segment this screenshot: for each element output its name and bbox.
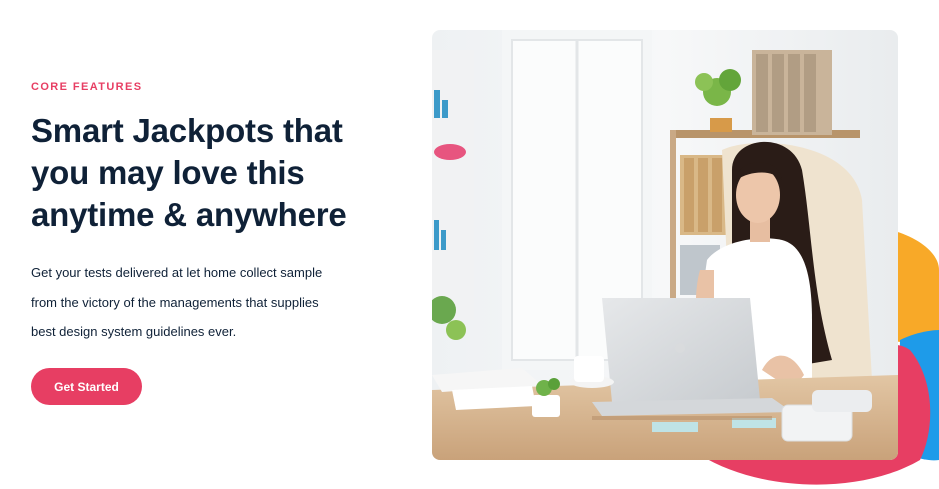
section-description: Get your tests delivered at let home col… [31,265,323,339]
section-title: Smart Jackpots that you may love this an… [31,112,347,233]
get-started-button[interactable]: Get Started [31,368,142,405]
office-photo [432,30,898,460]
section-eyebrow: CORE FEATURES [31,81,143,93]
